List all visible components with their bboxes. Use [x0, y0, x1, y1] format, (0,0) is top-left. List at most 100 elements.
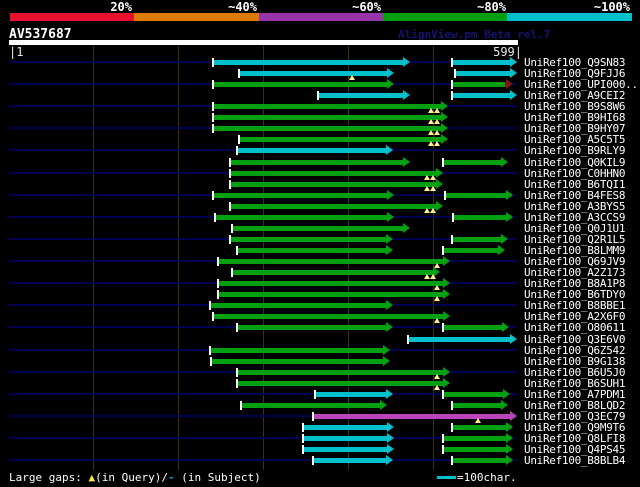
ruler-gridline — [178, 46, 179, 470]
alignment-segment[interactable] — [455, 71, 511, 76]
segment-arrowhead-icon — [387, 422, 394, 432]
alignview-screen: 20% ~40% ~60% ~80% ~100% AV537687 AlignV… — [0, 0, 640, 487]
alignment-segment[interactable] — [237, 248, 387, 253]
alignment-segment[interactable] — [445, 193, 507, 198]
segment-arrowhead-icon — [506, 79, 513, 89]
segment-start-tick — [317, 91, 319, 100]
alignment-segment[interactable] — [452, 93, 511, 98]
alignment-segment[interactable] — [313, 458, 387, 463]
alignment-segment[interactable] — [452, 403, 502, 408]
alignment-segment[interactable] — [218, 292, 444, 297]
alignment-segment[interactable] — [213, 60, 404, 65]
segment-start-tick — [451, 401, 453, 410]
alignment-segment[interactable] — [313, 414, 511, 419]
alignment-segment[interactable] — [213, 193, 388, 198]
segment-start-tick — [236, 323, 238, 332]
subject-label[interactable]: UniRef100_B8BLB4 — [524, 455, 625, 466]
segment-start-tick — [217, 279, 219, 288]
segment-arrowhead-icon — [510, 411, 517, 421]
alignment-segment[interactable] — [215, 215, 388, 220]
segment-arrowhead-icon — [501, 157, 508, 167]
alignment-segment[interactable] — [230, 182, 437, 187]
segment-arrowhead-icon — [441, 112, 448, 122]
alignment-segment[interactable] — [218, 259, 444, 264]
alignment-segment[interactable] — [237, 381, 444, 386]
segment-start-tick — [210, 357, 212, 366]
segment-start-tick — [217, 257, 219, 266]
segment-arrowhead-icon — [441, 101, 448, 111]
segment-start-tick — [231, 224, 233, 233]
alignment-segment[interactable] — [213, 115, 442, 120]
alignment-segment[interactable] — [239, 71, 388, 76]
alignment-segment[interactable] — [211, 359, 384, 364]
gaps-legend-subject-text: (in Subject) — [181, 471, 261, 484]
alignment-segment[interactable] — [315, 392, 387, 397]
alignment-segment[interactable] — [443, 447, 507, 452]
subject-label[interactable]: UniRef100_O80611 — [524, 322, 625, 333]
segment-start-tick — [238, 69, 240, 78]
alignment-segment[interactable] — [452, 425, 507, 430]
alignment-segment[interactable] — [453, 215, 507, 220]
alignment-segment[interactable] — [443, 436, 507, 441]
segment-arrowhead-icon — [506, 422, 513, 432]
alignment-segment[interactable] — [213, 82, 388, 87]
alignment-segment[interactable] — [213, 126, 442, 131]
alignment-segment[interactable] — [452, 458, 507, 463]
alignment-segment[interactable] — [230, 204, 437, 209]
alignment-segment[interactable] — [218, 281, 444, 286]
alignment-segment[interactable] — [303, 425, 388, 430]
alignment-segment[interactable] — [210, 348, 384, 353]
alignment-segment[interactable] — [452, 60, 511, 65]
alignment-segment[interactable] — [230, 237, 387, 242]
alignment-segment[interactable] — [443, 160, 502, 165]
segment-start-tick — [314, 390, 316, 399]
segment-arrowhead-icon — [443, 289, 450, 299]
segment-start-tick — [212, 312, 214, 321]
segment-arrowhead-icon — [386, 322, 393, 332]
alignment-segment[interactable] — [213, 314, 444, 319]
segment-start-tick — [231, 268, 233, 277]
alignment-segment[interactable] — [237, 148, 387, 153]
alignment-segment[interactable] — [303, 447, 388, 452]
query-gap-icon — [434, 385, 440, 390]
segment-start-tick — [212, 58, 214, 67]
segment-arrowhead-icon — [498, 245, 505, 255]
alignment-segment[interactable] — [232, 270, 434, 275]
alignment-segment[interactable] — [303, 436, 388, 441]
alignment-segment[interactable] — [452, 82, 505, 87]
gaps-legend-prefix: Large gaps: — [9, 471, 89, 484]
segment-arrowhead-icon — [502, 322, 509, 332]
segment-arrowhead-icon — [403, 223, 410, 233]
segment-arrowhead-icon — [386, 234, 393, 244]
alignment-segment[interactable] — [443, 248, 499, 253]
scale-ruler-icon — [437, 476, 456, 479]
subject-label[interactable]: UniRef100_B9RLY9 — [524, 145, 625, 156]
alignment-segment[interactable] — [237, 325, 387, 330]
segment-start-tick — [209, 301, 211, 310]
alignment-segment[interactable] — [318, 93, 404, 98]
segment-arrowhead-icon — [436, 201, 443, 211]
segment-start-tick — [236, 246, 238, 255]
segment-arrowhead-icon — [403, 90, 410, 100]
alignment-segment[interactable] — [408, 337, 511, 342]
segment-arrowhead-icon — [387, 212, 394, 222]
segment-start-tick — [442, 323, 444, 332]
alignment-segment[interactable] — [230, 171, 437, 176]
alignment-segment[interactable] — [230, 160, 404, 165]
alignment-segment[interactable] — [210, 303, 387, 308]
alignment-segment[interactable] — [241, 403, 381, 408]
alignment-segment[interactable] — [213, 104, 442, 109]
alignment-segment[interactable] — [239, 137, 442, 142]
alignment-segment[interactable] — [443, 392, 504, 397]
gaps-legend: Large gaps: ▲(in Query)/- (in Subject) — [9, 471, 261, 484]
segment-start-tick — [229, 202, 231, 211]
alignment-segment[interactable] — [452, 237, 502, 242]
segment-arrowhead-icon — [506, 444, 513, 454]
segment-arrowhead-icon — [386, 245, 393, 255]
segment-start-tick — [442, 434, 444, 443]
alignment-segment[interactable] — [237, 370, 444, 375]
alignment-segment[interactable] — [443, 325, 503, 330]
segment-start-tick — [452, 213, 454, 222]
segment-start-tick — [442, 246, 444, 255]
alignment-segment[interactable] — [232, 226, 404, 231]
